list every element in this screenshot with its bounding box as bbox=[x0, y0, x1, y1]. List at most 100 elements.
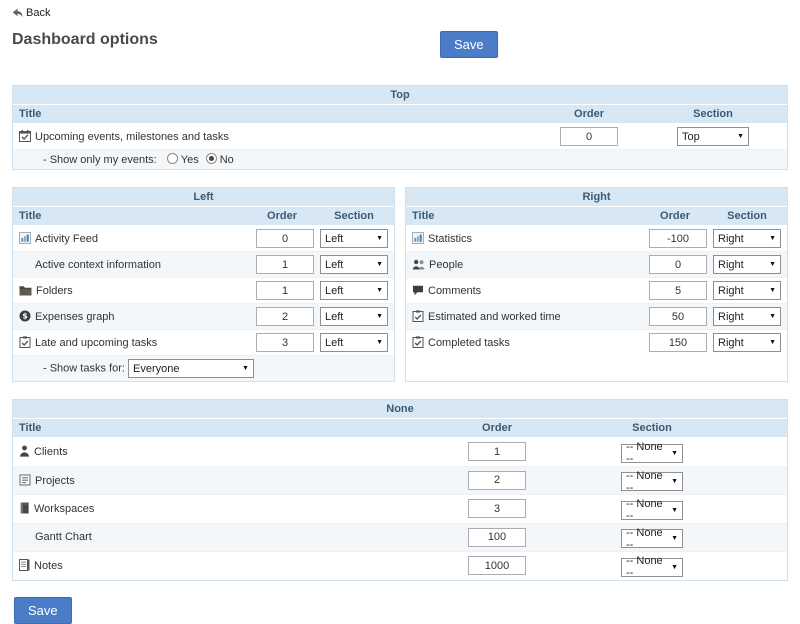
row-title-cell: Projects bbox=[13, 466, 417, 495]
row-title-cell: Active context information bbox=[13, 252, 250, 278]
order-input[interactable] bbox=[256, 255, 314, 274]
selected-option-label: Left bbox=[325, 233, 343, 245]
spacer-cell bbox=[727, 495, 787, 524]
table-row: Estimated and worked timeRight▼ bbox=[406, 304, 787, 330]
section-select[interactable]: -- None --▼ bbox=[621, 472, 683, 491]
svg-text:$: $ bbox=[22, 312, 28, 321]
table-row: Notes-- None --▼ bbox=[13, 552, 787, 580]
row-order-cell bbox=[250, 304, 314, 330]
chevron-down-icon: ▼ bbox=[376, 261, 383, 268]
table-none-header: None bbox=[13, 400, 787, 419]
chevron-down-icon: ▼ bbox=[671, 507, 678, 514]
row-order-cell bbox=[417, 552, 577, 580]
section-select[interactable]: Left▼ bbox=[320, 229, 388, 248]
section-select[interactable]: -- None --▼ bbox=[621, 558, 683, 577]
row-title-label: Folders bbox=[36, 285, 73, 297]
selected-option-label: Left bbox=[325, 259, 343, 271]
row-order-cell bbox=[417, 466, 577, 495]
row-order-cell bbox=[643, 252, 707, 278]
section-select[interactable]: Left▼ bbox=[320, 307, 388, 326]
order-input[interactable] bbox=[468, 499, 526, 518]
chevron-down-icon: ▼ bbox=[376, 339, 383, 346]
column-section: Section bbox=[314, 207, 394, 226]
row-title-cell: Comments bbox=[406, 278, 643, 304]
table-sub-row: - Show tasks for: Everyone▼ bbox=[13, 356, 394, 382]
table-row: Clients -- None --▼ bbox=[13, 438, 787, 467]
row-section-cell: -- None --▼ bbox=[577, 438, 727, 467]
order-input[interactable] bbox=[468, 471, 526, 490]
client-icon bbox=[19, 445, 30, 457]
section-select[interactable]: Right▼ bbox=[713, 333, 781, 352]
section-select[interactable]: Right▼ bbox=[713, 229, 781, 248]
row-order-cell bbox=[643, 330, 707, 356]
row-order-cell bbox=[250, 226, 314, 252]
section-select[interactable]: -- None --▼ bbox=[621, 444, 683, 463]
row-order-cell bbox=[250, 252, 314, 278]
column-header-row: Title Order Section bbox=[13, 105, 787, 124]
table-sub-row: - Show only my events: YesNo bbox=[13, 150, 787, 170]
radio-yes[interactable] bbox=[167, 153, 178, 164]
order-input[interactable] bbox=[468, 528, 526, 547]
row-title-label: Expenses graph bbox=[35, 311, 115, 323]
row-order-cell bbox=[250, 330, 314, 356]
column-order: Order bbox=[539, 105, 639, 124]
table-row: Folders Left▼ bbox=[13, 278, 394, 304]
notes-icon bbox=[19, 559, 30, 571]
section-select[interactable]: Right▼ bbox=[713, 255, 781, 274]
row-order-cell bbox=[643, 226, 707, 252]
spacer-cell bbox=[727, 438, 787, 467]
table-left-header: Left bbox=[13, 188, 394, 207]
selected-option-label: Everyone bbox=[133, 363, 179, 375]
save-button-bottom[interactable]: Save bbox=[14, 597, 72, 624]
order-input[interactable] bbox=[256, 307, 314, 326]
order-input[interactable] bbox=[256, 281, 314, 300]
row-section-cell: -- None --▼ bbox=[577, 552, 727, 580]
section-select[interactable]: Top▼ bbox=[677, 127, 749, 146]
back-link[interactable]: Back bbox=[12, 7, 50, 19]
row-order-cell bbox=[643, 278, 707, 304]
selected-option-label: -- None -- bbox=[626, 498, 667, 522]
section-select[interactable]: Right▼ bbox=[713, 281, 781, 300]
order-input[interactable] bbox=[649, 333, 707, 352]
show-tasks-for-select[interactable]: Everyone▼ bbox=[128, 359, 254, 378]
save-button-top[interactable]: Save bbox=[440, 31, 498, 58]
tasks-icon bbox=[412, 336, 424, 348]
radio-no[interactable] bbox=[206, 153, 217, 164]
row-section-cell: -- None --▼ bbox=[577, 466, 727, 495]
order-input[interactable] bbox=[560, 127, 618, 146]
order-input[interactable] bbox=[256, 333, 314, 352]
table-row: Completed tasksRight▼ bbox=[406, 330, 787, 356]
selected-option-label: Right bbox=[718, 285, 744, 297]
row-title-cell: Folders bbox=[13, 278, 250, 304]
back-label: Back bbox=[26, 7, 50, 19]
row-section-cell: Right▼ bbox=[707, 304, 787, 330]
selected-option-label: Left bbox=[325, 337, 343, 349]
row-title-label: Gantt Chart bbox=[35, 531, 92, 543]
section-select[interactable]: -- None -- ▼ bbox=[621, 501, 683, 520]
order-input[interactable] bbox=[649, 307, 707, 326]
order-input[interactable] bbox=[649, 255, 707, 274]
comment-icon bbox=[412, 285, 424, 296]
table-row: Activity FeedLeft▼ bbox=[13, 226, 394, 252]
column-order: Order bbox=[643, 207, 707, 226]
order-input[interactable] bbox=[468, 556, 526, 575]
row-title-cell: Clients bbox=[13, 438, 417, 467]
chevron-down-icon: ▼ bbox=[769, 261, 776, 268]
sub-row-label: - Show only my events: bbox=[43, 154, 160, 166]
section-select[interactable]: Left ▼ bbox=[320, 255, 388, 274]
chevron-down-icon: ▼ bbox=[671, 535, 678, 542]
row-title-label: Statistics bbox=[428, 233, 472, 245]
table-row: Statistics Right▼ bbox=[406, 226, 787, 252]
row-order-cell bbox=[417, 523, 577, 552]
row-section-cell: -- None -- ▼ bbox=[577, 495, 727, 524]
order-input[interactable] bbox=[649, 229, 707, 248]
order-input[interactable] bbox=[468, 442, 526, 461]
section-select[interactable]: Left ▼ bbox=[320, 333, 388, 352]
row-title-label: Upcoming events, milestones and tasks bbox=[35, 131, 229, 143]
row-order-cell bbox=[250, 278, 314, 304]
section-select[interactable]: Left▼ bbox=[320, 281, 388, 300]
order-input[interactable] bbox=[256, 229, 314, 248]
order-input[interactable] bbox=[649, 281, 707, 300]
section-select[interactable]: Right▼ bbox=[713, 307, 781, 326]
section-select[interactable]: -- None --▼ bbox=[621, 529, 683, 548]
